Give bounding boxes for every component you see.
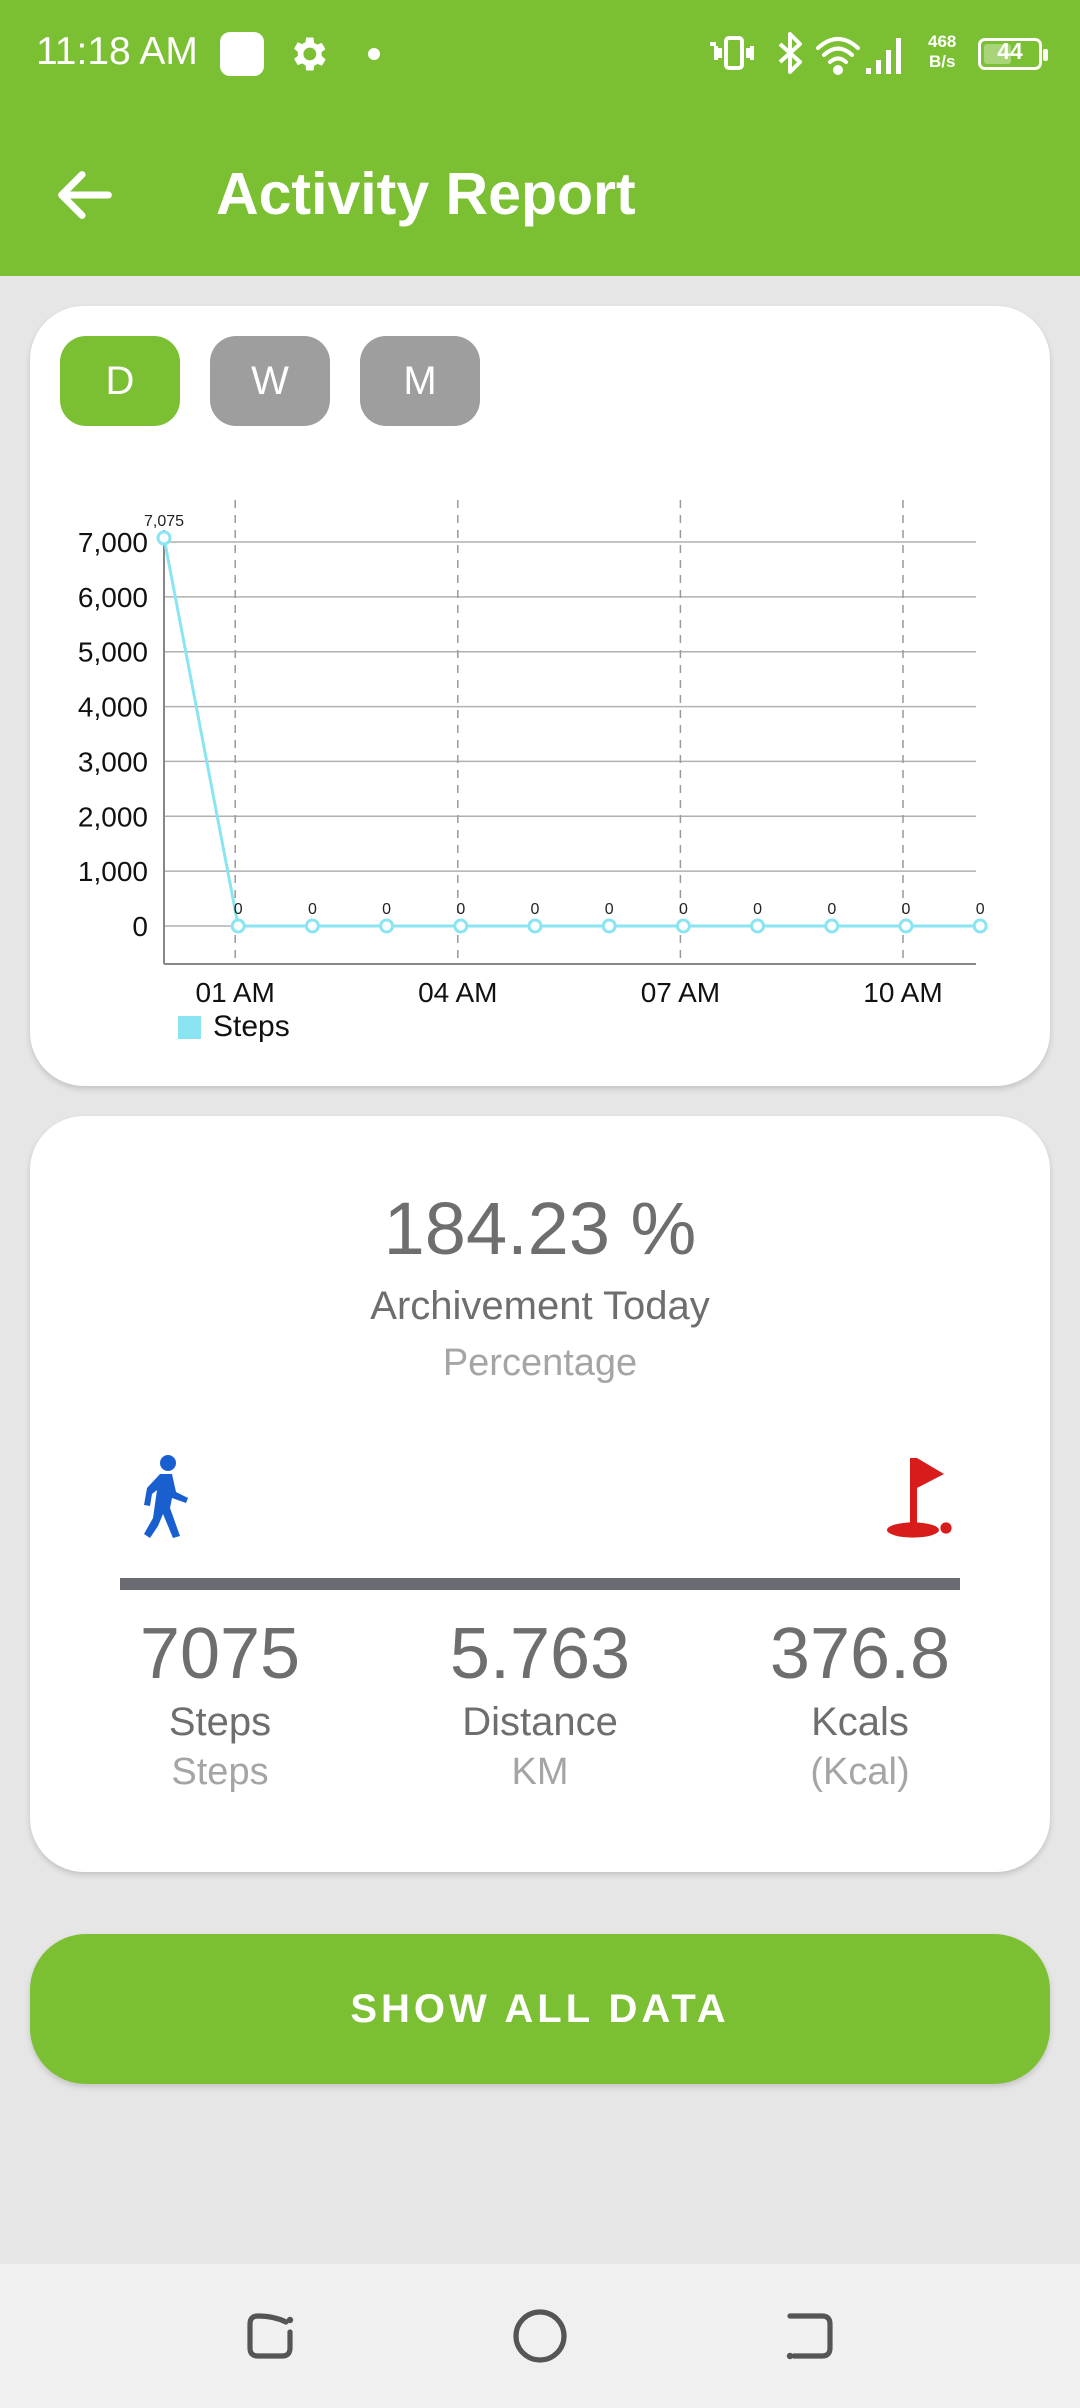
data-label: 0 — [234, 901, 243, 918]
back-icon[interactable] — [778, 2304, 842, 2368]
data-point — [527, 918, 543, 934]
gear-icon — [294, 37, 326, 71]
y-tick-label: 2,000 — [78, 801, 148, 832]
data-point — [156, 530, 172, 546]
y-tick-label: 1,000 — [78, 856, 148, 887]
data-label: 0 — [456, 901, 465, 918]
show-all-data-button[interactable]: SHOW ALL DATA — [30, 1934, 1050, 2084]
legend-label: Steps — [213, 1010, 290, 1043]
x-tick-label: 01 AM — [196, 977, 275, 1008]
data-point — [750, 918, 766, 934]
app-bar: 11:18 AM 468 B/s 44 Activity Report — [0, 0, 1080, 276]
chart-legend: Steps — [178, 1010, 290, 1044]
stat-name: Distance — [462, 1700, 618, 1744]
y-tick-label: 6,000 — [78, 582, 148, 613]
data-label: 0 — [382, 901, 391, 918]
stat-unit: (Kcal) — [810, 1751, 910, 1793]
data-point — [675, 918, 691, 934]
series-line-steps — [162, 537, 981, 928]
data-label: 0 — [679, 901, 688, 918]
data-label: 0 — [827, 901, 836, 918]
y-tick-label: 4,000 — [78, 692, 148, 723]
recents-icon[interactable] — [238, 2304, 302, 2368]
arrow-left-icon[interactable] — [50, 160, 120, 230]
data-label: 0 — [902, 901, 911, 918]
x-tick-label: 10 AM — [863, 977, 942, 1008]
data-point — [230, 918, 246, 934]
battery-icon: 44 — [978, 38, 1048, 70]
data-point — [379, 918, 395, 934]
x-tick-label: 04 AM — [418, 977, 497, 1008]
home-icon[interactable] — [508, 2304, 572, 2368]
battery-level: 44 — [997, 38, 1023, 64]
golf-flag-icon — [887, 1458, 952, 1538]
data-point — [601, 918, 617, 934]
data-label: 0 — [605, 901, 614, 918]
stat-unit: Steps — [171, 1751, 269, 1793]
data-label: 0 — [753, 901, 762, 918]
stat-name: Kcals — [811, 1700, 909, 1744]
dot-icon — [368, 48, 380, 60]
chart-card: D W M 0 1,000 2,000 3,000 4,000 5,000 6,000 7,0… — [30, 306, 1050, 1086]
data-point — [824, 918, 840, 934]
y-tick-label: 5,000 — [78, 637, 148, 668]
steps-line-chart: 0 1,000 2,000 3,000 4,000 5,000 6,000 7,000 01 A… — [78, 500, 988, 1008]
stat-kcals: 376.8 Kcals (Kcal) — [710, 1612, 1010, 1794]
data-label: 0 — [976, 901, 985, 918]
stat-steps: 7075 Steps Steps — [70, 1612, 370, 1794]
y-tick-label: 0 — [132, 911, 148, 942]
data-point — [972, 918, 988, 934]
stat-distance: 5.763 Distance KM — [390, 1612, 690, 1794]
achievement-label: Archivement Today — [370, 1284, 710, 1328]
data-label: 0 — [308, 901, 317, 918]
network-speed-value: 468 — [928, 32, 957, 51]
achievement-sub-label: Percentage — [442, 1342, 638, 1384]
achievement-progress-bar — [120, 1578, 960, 1590]
x-tick-label: 07 AM — [641, 977, 720, 1008]
data-point — [304, 918, 320, 934]
y-tick-label: 7,000 — [78, 527, 148, 558]
network-speed: 468 B/s — [928, 32, 956, 72]
stat-unit: KM — [511, 1751, 569, 1793]
system-nav-bar — [0, 2264, 1080, 2408]
stat-value: 5.763 — [449, 1614, 631, 1694]
walking-person-icon — [144, 1455, 188, 1538]
status-time: 11:18 AM — [36, 30, 198, 73]
data-point — [453, 918, 469, 934]
notification-square-icon — [220, 32, 264, 76]
data-label: 0 — [531, 901, 540, 918]
stat-value: 376.8 — [769, 1614, 951, 1694]
signal-icon — [866, 38, 901, 74]
y-tick-label: 3,000 — [78, 746, 148, 777]
status-bar: 11:18 AM 468 B/s 44 — [0, 0, 1080, 110]
network-speed-unit: B/s — [928, 52, 956, 71]
vibrate-icon — [710, 36, 754, 70]
stat-value: 7075 — [139, 1614, 301, 1694]
data-point — [898, 918, 914, 934]
legend-swatch — [178, 1015, 201, 1039]
data-label: 7,075 — [144, 513, 184, 530]
bluetooth-icon — [778, 32, 802, 74]
wifi-icon — [816, 37, 860, 75]
achievement-percentage: 184.23 % — [383, 1187, 697, 1270]
page-title: Activity Report — [216, 161, 636, 227]
stat-name: Steps — [168, 1700, 272, 1744]
